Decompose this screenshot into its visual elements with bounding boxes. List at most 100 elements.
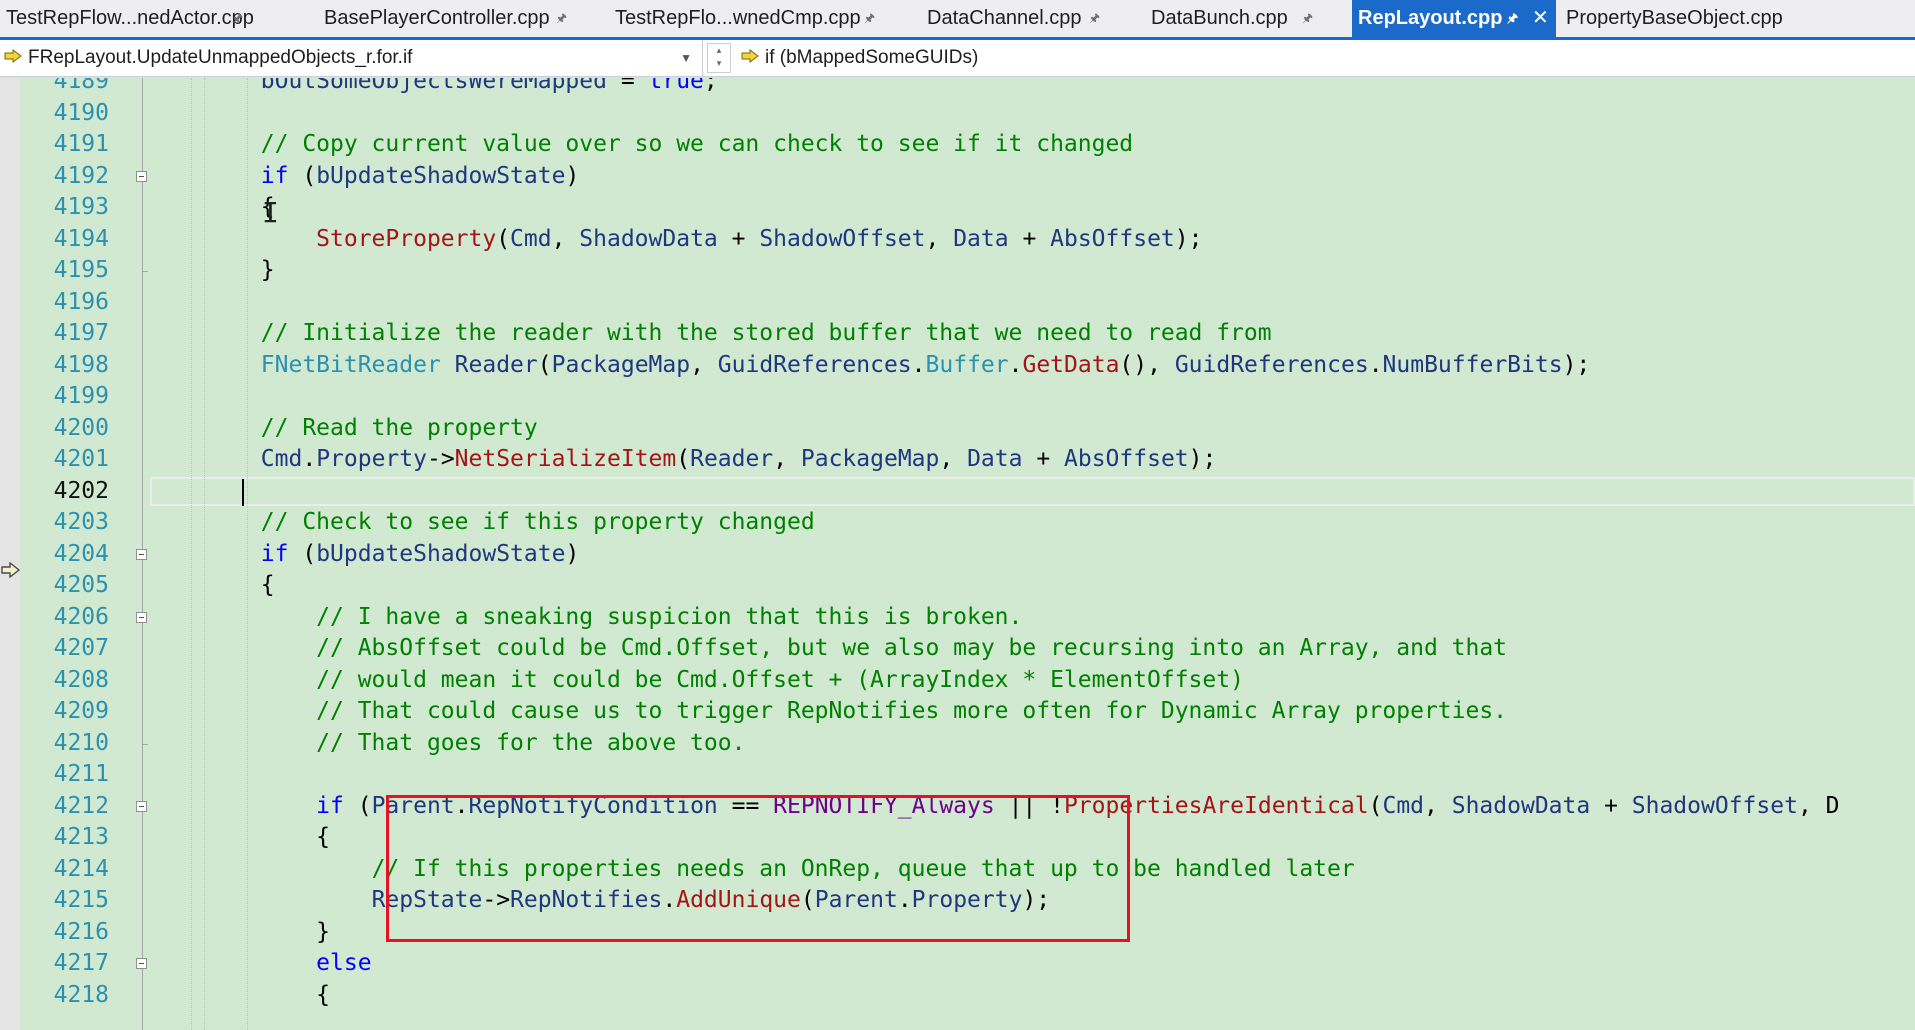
code-line[interactable]: if (bUpdateShadowState) xyxy=(150,539,580,571)
annotation-highlight-box xyxy=(386,795,1130,942)
chevron-down-icon[interactable]: ▼ xyxy=(680,40,692,76)
code-token: } xyxy=(316,918,331,945)
line-number: 4217 xyxy=(53,950,109,976)
code-token: } xyxy=(260,257,275,283)
tab-replayout[interactable]: RepLayout.cpp 🖈 ✕ xyxy=(1352,0,1556,37)
code-token: Data xyxy=(953,225,1009,252)
code-token: Reader xyxy=(690,446,774,472)
line-number: 4215 xyxy=(53,887,109,913)
pin-icon[interactable]: 🖈 xyxy=(1507,0,1518,37)
code-line[interactable]: bOutSomeObjectsWereMapped = true; xyxy=(150,78,718,98)
code-line[interactable]: // AbsOffset could be Cmd.Offset, but we… xyxy=(150,633,1507,665)
code-token: (), xyxy=(1119,351,1175,378)
code-line[interactable]: // That goes for the above too. xyxy=(150,728,745,760)
code-token: Cmd xyxy=(260,446,303,472)
nav-spinner[interactable]: ▴ ▾ xyxy=(707,43,731,73)
fold-toggle-icon[interactable] xyxy=(136,611,147,623)
tab-label: RepLayout.cpp xyxy=(1358,7,1503,29)
line-number: 4206 xyxy=(53,603,109,630)
code-line[interactable]: else xyxy=(150,948,371,980)
tab-testrepflow-ownedcmp[interactable]: TestRepFlo...wnedCmp.cpp 🖈 xyxy=(609,0,885,37)
code-token: // AbsOffset could be Cmd.Offset, but we… xyxy=(316,635,1508,661)
code-line[interactable]: // Check to see if this property changed xyxy=(150,507,815,539)
code-line[interactable]: // Read the property xyxy=(150,413,538,445)
code-line[interactable]: FNetBitReader Reader(PackageMap, GuidRef… xyxy=(150,350,1590,382)
code-line[interactable]: Cmd.Property->NetSerializeItem(Reader, P… xyxy=(150,444,1217,476)
code-token: Reader xyxy=(454,351,538,378)
line-number: 4208 xyxy=(53,666,109,693)
code-line[interactable]: // That could cause us to trigger RepNot… xyxy=(150,696,1507,728)
scope-dropdown[interactable]: FRepLayout.UpdateUnmappedObjects_r.for.i… xyxy=(0,40,703,76)
line-number: 4190 xyxy=(53,99,109,126)
code-line[interactable]: { xyxy=(150,822,330,854)
code-line[interactable]: } xyxy=(150,917,330,949)
tab-label: BasePlayerController.cpp xyxy=(324,7,550,29)
pin-icon[interactable]: 🖈 xyxy=(1089,0,1100,37)
code-line[interactable]: // Copy current value over so we can che… xyxy=(150,129,1133,161)
fold-toggle-icon[interactable] xyxy=(136,958,147,969)
code-line[interactable]: { xyxy=(150,980,330,1012)
code-token: true xyxy=(648,78,704,94)
tab-propertybaseobject[interactable]: PropertyBaseObject.cpp xyxy=(1560,0,1790,37)
code-token: // I have a sneaking suspicion that this… xyxy=(316,603,1023,630)
fold-toggle-icon[interactable] xyxy=(136,170,147,182)
tab-datachannel[interactable]: DataChannel.cpp 🖈 xyxy=(921,0,1109,37)
code-token: . xyxy=(302,446,317,472)
fold-toggle-icon[interactable] xyxy=(136,548,147,560)
code-token: ( xyxy=(343,792,372,819)
tab-testrepflow-ownedactor[interactable]: TestRepFlow...nedActor.cpp 🖈 xyxy=(0,0,254,37)
line-number: 4194 xyxy=(53,225,109,252)
code-token: PackageMap xyxy=(800,446,940,472)
pin-icon[interactable]: 🖈 xyxy=(1302,0,1313,37)
tab-databunch[interactable]: DataBunch.cpp 🖈 xyxy=(1145,0,1325,37)
code-token: ) xyxy=(565,162,580,189)
line-number-gutter: 4189 4190 4191 4192 4193 4194 4195 4196 4197 4198… xyxy=(20,78,135,1030)
code-editor[interactable]: 4189 4190 4191 4192 4193 4194 4195 4196 4197 4198… xyxy=(0,78,1915,1030)
pin-icon[interactable]: 🖈 xyxy=(556,0,567,37)
code-line[interactable]: StoreProperty(Cmd, ShadowData + ShadowOf… xyxy=(150,224,1202,256)
code-token: if xyxy=(260,540,289,567)
code-line[interactable]: { xyxy=(150,192,275,224)
indent-guide xyxy=(191,78,192,1030)
line-number: 4191 xyxy=(53,131,109,157)
member-dropdown[interactable]: if (bMappedSomeGUIDs) xyxy=(737,40,1915,76)
pin-icon[interactable]: 🖈 xyxy=(232,0,243,37)
line-number: 4200 xyxy=(53,414,109,441)
code-token: ShadowOffset xyxy=(759,225,926,252)
close-icon[interactable]: ✕ xyxy=(1532,0,1549,37)
code-line[interactable]: // Initialize the reader with the stored… xyxy=(150,318,1272,350)
code-token: FNetBitReader xyxy=(260,351,441,378)
code-token: AbsOffset xyxy=(1050,225,1175,252)
code-line[interactable]: { xyxy=(150,570,275,602)
code-token: ShadowData xyxy=(579,225,718,252)
code-token: ShadowOffset xyxy=(1631,792,1798,819)
code-token: Buffer xyxy=(925,351,1009,378)
code-line[interactable]: // would mean it could be Cmd.Offset + (… xyxy=(150,665,1244,697)
code-line[interactable]: // I have a sneaking suspicion that this… xyxy=(150,602,1022,634)
code-token: // would mean it could be Cmd.Offset + (… xyxy=(316,666,1244,693)
tab-baseplayercontroller[interactable]: BasePlayerController.cpp 🖈 xyxy=(318,0,578,37)
fold-toggle-icon[interactable] xyxy=(136,800,147,812)
code-token: . xyxy=(911,351,926,378)
indicator-margin[interactable] xyxy=(0,78,20,1030)
code-line[interactable]: if (bUpdateShadowState) xyxy=(150,161,580,193)
code-token: PackageMap xyxy=(551,351,691,378)
code-token: { xyxy=(260,572,275,598)
code-token: . xyxy=(1368,351,1383,378)
code-token: ShadowData xyxy=(1451,792,1591,819)
line-number: 4197 xyxy=(53,320,109,346)
member-text: if (bMappedSomeGUIDs) xyxy=(765,47,979,68)
code-token: { xyxy=(316,981,331,1008)
pin-icon[interactable]: 🖈 xyxy=(864,0,875,37)
code-line[interactable]: } xyxy=(150,255,275,287)
line-number: 4199 xyxy=(53,383,109,409)
